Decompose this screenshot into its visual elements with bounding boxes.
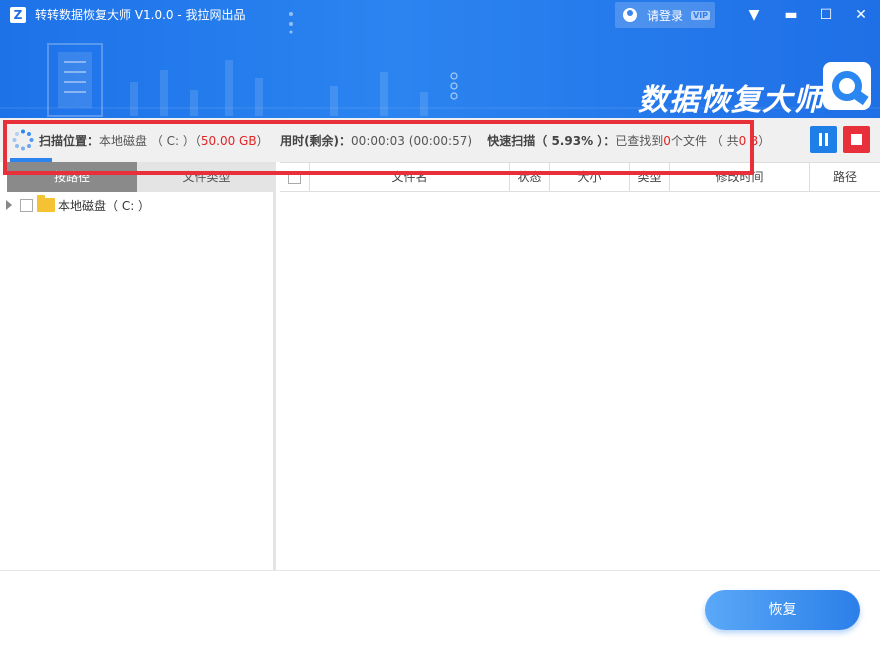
close-icon[interactable]: ✕	[851, 5, 871, 25]
folder-icon	[37, 195, 55, 212]
user-icon	[623, 8, 637, 22]
app-title: 转转数据恢复大师 V1.0.0 - 我拉网出品	[35, 8, 246, 22]
brand-title: 数据恢复大师	[638, 83, 824, 118]
maximize-icon[interactable]: ☐	[816, 5, 836, 25]
title-bar: Z 转转数据恢复大师 V1.0.0 - 我拉网出品 请登录 VIP ▼ ▬ ☐ …	[0, 0, 880, 30]
login-label: 请登录	[647, 8, 684, 23]
app-logo-icon: Z	[10, 7, 26, 23]
menu-dropdown-icon[interactable]: ▼	[744, 5, 764, 25]
tree-item-local-disk[interactable]: 本地磁盘（ C: ）	[4, 195, 151, 214]
header-banner: Z 转转数据恢复大师 V1.0.0 - 我拉网出品 请登录 VIP ▼ ▬ ☐ …	[0, 0, 880, 118]
column-path[interactable]: 路径	[810, 163, 880, 192]
tree-item-label: 本地磁盘（ C: ）	[58, 198, 151, 213]
recover-button[interactable]: 恢复	[705, 590, 860, 630]
login-button[interactable]: 请登录 VIP	[615, 2, 715, 28]
found-close: ）	[758, 134, 771, 148]
file-table-body	[280, 192, 880, 570]
minimize-icon[interactable]: ▬	[781, 5, 801, 25]
stop-button[interactable]	[843, 126, 870, 153]
vip-badge: VIP	[691, 10, 711, 20]
pause-button[interactable]	[810, 126, 837, 153]
left-panel: 按路径 文件类型 本地磁盘（ C: ）	[0, 162, 276, 570]
expand-arrow-icon[interactable]	[6, 200, 12, 210]
tree-item-checkbox[interactable]	[20, 198, 33, 212]
app-window: Z 转转数据恢复大师 V1.0.0 - 我拉网出品 请登录 VIP ▼ ▬ ☐ …	[0, 0, 880, 650]
brand-logo-icon	[823, 62, 871, 110]
highlight-box	[3, 120, 754, 175]
